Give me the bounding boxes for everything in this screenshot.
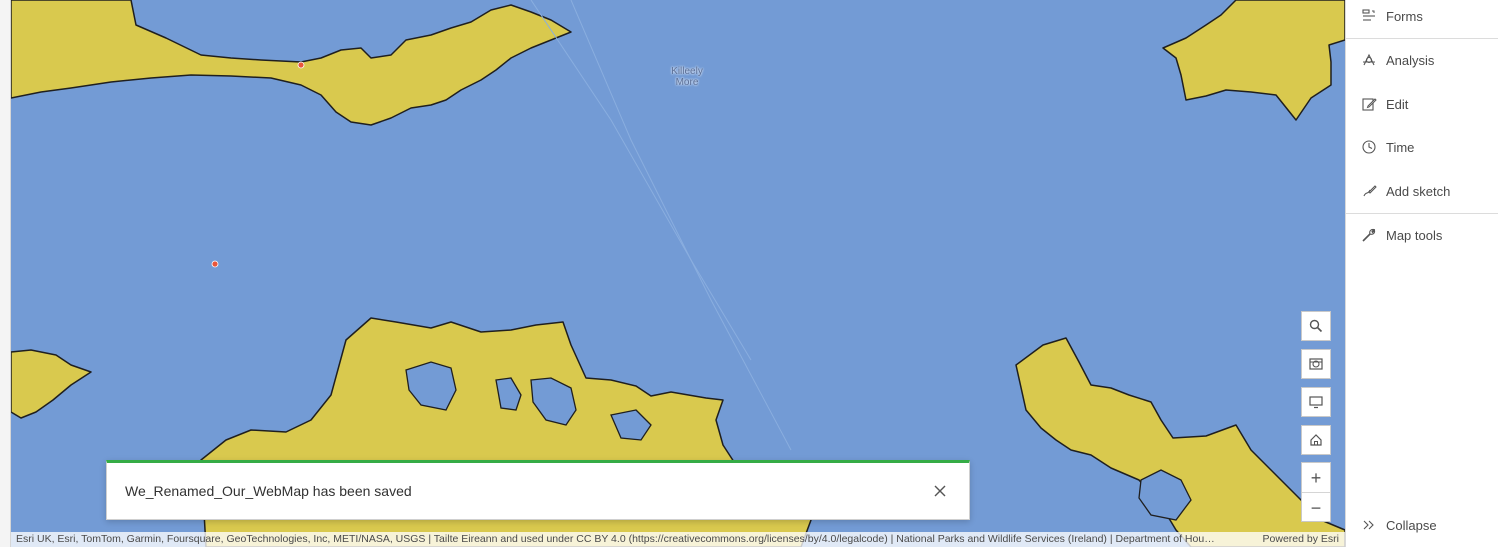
place-label-line2: More	[675, 77, 699, 88]
edit-icon	[1360, 95, 1378, 113]
screen-icon	[1309, 396, 1323, 409]
action-label: Edit	[1386, 96, 1409, 112]
action-edit[interactable]: Edit	[1346, 85, 1498, 123]
action-map-tools[interactable]: Map tools	[1346, 216, 1498, 254]
zoom-in-button[interactable]: +	[1302, 463, 1330, 492]
powered-by-esri[interactable]: Powered by Esri	[1263, 532, 1339, 547]
map-attribution: Esri UK, Esri, TomTom, Garmin, Foursquar…	[11, 532, 1345, 547]
place-label: Killeely More	[659, 66, 715, 88]
action-label: Add sketch	[1386, 183, 1451, 199]
place-label-line1: Killeely	[671, 66, 703, 77]
polygon-area	[11, 349, 92, 419]
sketch-icon	[1360, 182, 1378, 200]
divider	[1346, 213, 1498, 214]
action-add-sketch[interactable]: Add sketch	[1346, 172, 1498, 210]
wrench-icon	[1360, 226, 1378, 244]
action-label: Forms	[1386, 8, 1423, 24]
left-edge-strip	[0, 0, 11, 547]
search-button[interactable]	[1301, 311, 1331, 341]
fullscreen-button[interactable]	[1301, 387, 1331, 417]
right-action-bar: Forms Analysis Edit Time Add sketch Map …	[1345, 0, 1498, 547]
action-forms[interactable]: Forms	[1346, 0, 1498, 35]
road-line	[530, 0, 752, 361]
close-notification-button[interactable]	[931, 482, 949, 500]
map-point[interactable]	[297, 61, 305, 69]
chevron-double-right-icon	[1360, 516, 1378, 534]
collapse-label: Collapse	[1386, 517, 1437, 533]
divider	[1346, 38, 1498, 39]
action-label: Analysis	[1386, 52, 1435, 68]
basemap-gallery-button[interactable]	[1301, 349, 1331, 379]
forms-icon	[1360, 7, 1378, 25]
home-icon	[1310, 434, 1322, 446]
map-point[interactable]	[211, 260, 219, 268]
action-label: Map tools	[1386, 227, 1443, 243]
home-button[interactable]	[1301, 425, 1331, 455]
basemap-gallery-icon	[1309, 358, 1323, 370]
polygon-area	[11, 0, 572, 126]
save-notification: We_Renamed_Our_WebMap has been saved	[106, 460, 970, 520]
clock-icon	[1360, 138, 1378, 156]
action-time[interactable]: Time	[1346, 128, 1498, 166]
notification-message: We_Renamed_Our_WebMap has been saved	[125, 483, 412, 499]
action-label: Time	[1386, 139, 1415, 155]
collapse-button[interactable]: Collapse	[1346, 506, 1498, 544]
plus-icon: +	[1310, 467, 1322, 488]
zoom-out-button[interactable]: −	[1302, 492, 1330, 522]
polygon-area	[1015, 337, 1345, 547]
action-analysis[interactable]: Analysis	[1346, 41, 1498, 79]
analysis-icon	[1360, 51, 1378, 69]
polygon-area	[1162, 0, 1345, 121]
zoom-control: + −	[1301, 462, 1331, 522]
close-icon	[934, 485, 946, 497]
minus-icon: −	[1310, 497, 1322, 518]
search-icon	[1309, 319, 1323, 333]
attribution-text[interactable]: Esri UK, Esri, TomTom, Garmin, Foursquar…	[16, 532, 1251, 547]
